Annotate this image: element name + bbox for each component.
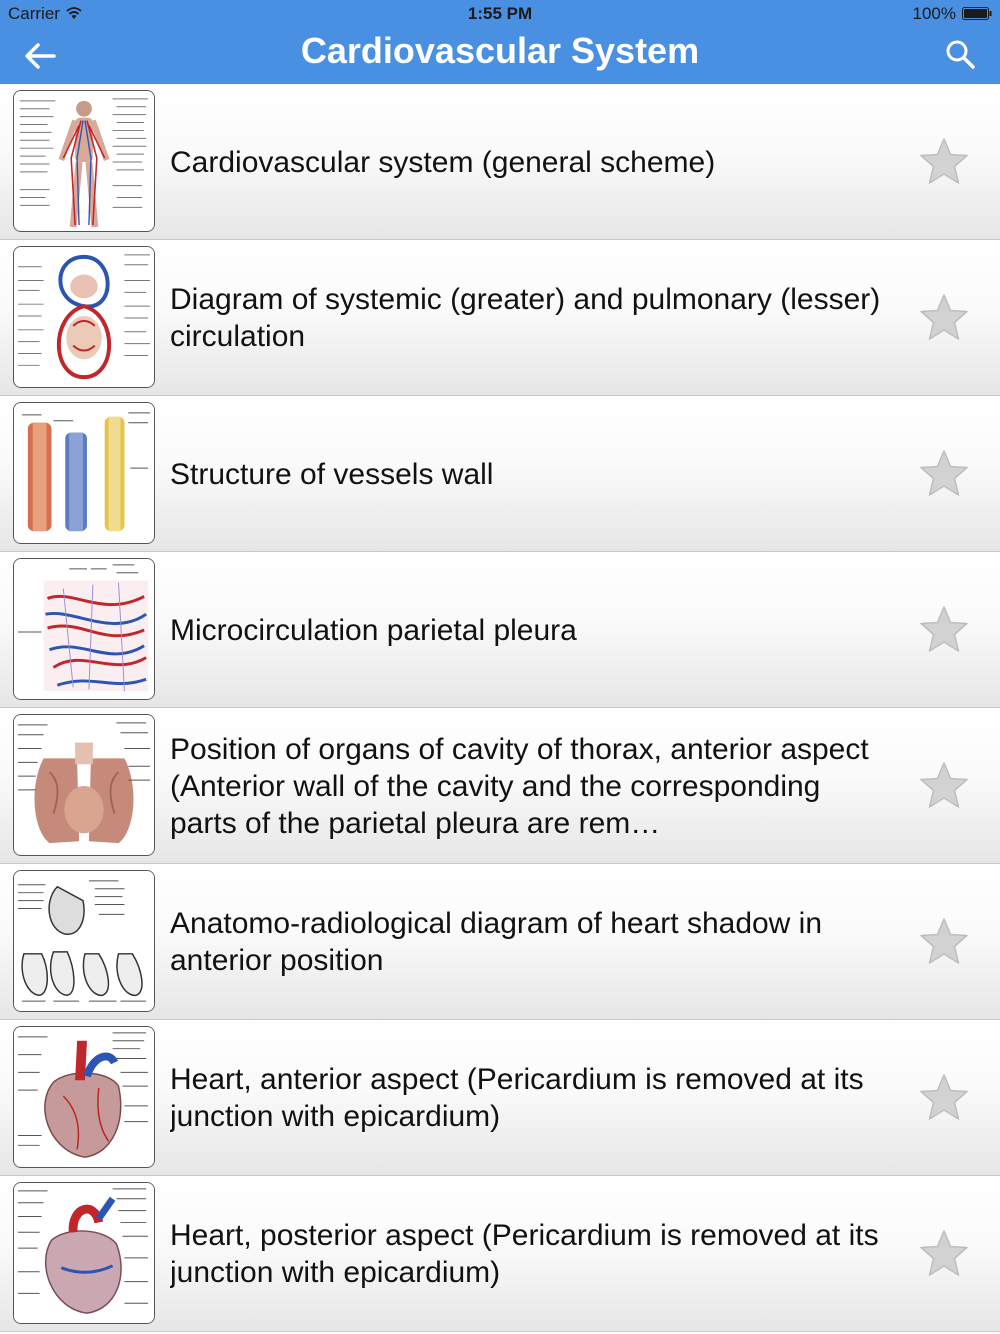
- thumbnail-image: [13, 402, 155, 544]
- list-item[interactable]: Structure of vessels wall: [0, 396, 1000, 552]
- list-item[interactable]: Anatomo-radiological diagram of heart sh…: [0, 864, 1000, 1020]
- list-item[interactable]: Heart, posterior aspect (Pericardium is …: [0, 1176, 1000, 1332]
- star-favorite-icon[interactable]: [918, 137, 970, 187]
- item-title: Structure of vessels wall: [170, 457, 494, 491]
- star-favorite-icon[interactable]: [918, 605, 970, 655]
- page-title: Cardiovascular System: [300, 30, 700, 71]
- item-title: Heart, anterior aspect (Pericardium is r…: [170, 1063, 864, 1133]
- battery-percent: 100%: [912, 4, 956, 23]
- item-title: Microcirculation parietal pleura: [170, 613, 577, 647]
- list-item[interactable]: Cardiovascular system (general scheme): [0, 84, 1000, 240]
- list-item[interactable]: Diagram of systemic (greater) and pulmon…: [0, 240, 1000, 396]
- circulatory-system-illustration: [14, 91, 154, 231]
- microcirculation-illustration: [14, 559, 154, 699]
- star-favorite-icon[interactable]: [918, 1073, 970, 1123]
- list-item[interactable]: Microcirculation parietal pleura: [0, 552, 1000, 708]
- thumbnail-image: [13, 1182, 155, 1324]
- list-item[interactable]: Heart, anterior aspect (Pericardium is r…: [0, 1020, 1000, 1176]
- thumbnail-image: [13, 90, 155, 232]
- item-title: Diagram of systemic (greater) and pulmon…: [170, 283, 881, 353]
- search-icon[interactable]: [944, 38, 976, 70]
- list-item[interactable]: Position of organs of cavity of thorax, …: [0, 708, 1000, 864]
- star-favorite-icon[interactable]: [918, 917, 970, 967]
- heart-anterior-illustration: [14, 1027, 154, 1167]
- thumbnail-image: [13, 246, 155, 388]
- thumbnail-image: [13, 558, 155, 700]
- battery-icon: [962, 7, 992, 20]
- thumbnail-image: [13, 714, 155, 856]
- thumbnail-image: [13, 1026, 155, 1168]
- star-favorite-icon[interactable]: [918, 293, 970, 343]
- navigation-bar: Carrier 1:55 PM 100% Cardiovascular Syst…: [0, 0, 1000, 84]
- clock-label: 1:55 PM: [467, 4, 533, 23]
- topic-list: Cardiovascular system (general scheme) D…: [0, 84, 1000, 1334]
- heart-shadow-diagram-illustration: [14, 871, 154, 1011]
- thumbnail-image: [13, 870, 155, 1012]
- star-favorite-icon[interactable]: [918, 449, 970, 499]
- star-favorite-icon[interactable]: [918, 1229, 970, 1279]
- circulation-diagram-illustration: [14, 247, 154, 387]
- heart-posterior-illustration: [14, 1183, 154, 1323]
- star-favorite-icon[interactable]: [918, 761, 970, 811]
- item-title: Position of organs of cavity of thorax, …: [170, 732, 869, 840]
- vessel-wall-illustration: [14, 403, 154, 543]
- item-title: Anatomo-radiological diagram of heart sh…: [170, 907, 823, 977]
- item-title: Cardiovascular system (general scheme): [170, 145, 716, 179]
- thorax-organs-illustration: [14, 715, 154, 855]
- item-title: Heart, posterior aspect (Pericardium is …: [170, 1219, 879, 1289]
